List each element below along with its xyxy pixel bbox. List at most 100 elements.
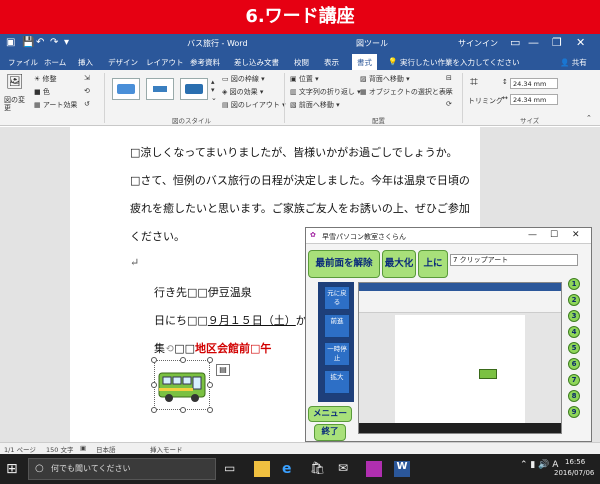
helper-close-button[interactable]: ✕ [572, 230, 580, 240]
notification-tray-icons[interactable]: ⌃ ▮ 🔊 A [520, 460, 558, 470]
align-icon[interactable]: ⊟ [446, 74, 452, 82]
mail-icon[interactable]: ✉ [338, 461, 354, 477]
helper-maximize-button[interactable]: ☐ [550, 230, 558, 240]
rotate-icon[interactable]: ⟳ [446, 100, 452, 108]
proofing-icon[interactable]: ▣ [80, 444, 86, 452]
resize-handle[interactable] [151, 382, 157, 388]
collapse-ribbon-icon[interactable]: ⌃ [586, 114, 592, 122]
undo-icon[interactable]: ↶ [36, 37, 44, 48]
forward-button[interactable]: 前進 [324, 314, 350, 338]
release-topmost-button[interactable]: 最前面を解除 [308, 250, 380, 278]
bus-icon [158, 372, 206, 402]
tab-view[interactable]: 表示 [324, 57, 339, 68]
picture-border-button[interactable]: ▭ 図の枠線 ▾ [222, 74, 265, 84]
picture-style-1[interactable] [112, 78, 140, 100]
bring-forward-button[interactable]: ▧ 前面へ移動 ▾ [290, 100, 340, 110]
chapter-1-button[interactable]: 1 [568, 278, 580, 290]
position-button[interactable]: ▣ 位置 ▾ [290, 74, 319, 84]
tell-me-box[interactable]: 実行したい作業を入力してください [400, 57, 520, 68]
share-button[interactable]: 👤 共有 [560, 57, 587, 68]
bus-picture[interactable] [151, 357, 213, 413]
tab-mailings[interactable]: 差し込み文書 [234, 57, 279, 68]
store-icon[interactable]: 🛍 [310, 461, 326, 477]
resize-handle[interactable] [180, 407, 186, 413]
restore-button[interactable]: ❐ [552, 36, 562, 49]
height-input[interactable]: 24.34 mm [510, 78, 558, 89]
chapter-9-button[interactable]: 9 [568, 406, 580, 418]
height-icon: ↕ [502, 78, 508, 86]
redo-icon[interactable]: ↷ [50, 37, 58, 48]
task-view-icon[interactable]: ▭ [224, 461, 240, 477]
picture-style-3[interactable] [180, 78, 208, 100]
resize-handle[interactable] [151, 357, 157, 363]
selection-pane-button[interactable]: ▦ オブジェクトの選択と表示 [360, 87, 453, 97]
reset-picture-icon[interactable]: ↺ [84, 100, 90, 108]
color-button[interactable]: ■ 色 [34, 87, 50, 97]
resize-handle[interactable] [207, 357, 213, 363]
menu-button[interactable]: メニュー [308, 406, 352, 422]
tab-references[interactable]: 参考資料 [190, 57, 220, 68]
helper-search-input[interactable]: 7 クリップアート [450, 254, 578, 266]
helper-title-bar: ✿ 早雪パソコン教室さくらん — ☐ ✕ [306, 228, 591, 244]
exit-button[interactable]: 終了 [314, 424, 346, 441]
file-explorer-icon[interactable] [254, 461, 270, 477]
helper-app-taskbar-icon[interactable] [366, 461, 382, 477]
change-picture-small-icon[interactable]: ⟲ [84, 87, 90, 95]
chapter-6-button[interactable]: 6 [568, 358, 580, 370]
tab-layout[interactable]: レイアウト [146, 57, 184, 68]
crop-button[interactable]: トリミング [468, 96, 503, 106]
compress-icon[interactable]: ⇲ [84, 74, 90, 82]
resize-handle[interactable] [180, 357, 186, 363]
taskbar-search-box[interactable]: ○ 何でも聞いてください [28, 458, 216, 480]
change-picture-button[interactable]: 図の変更 [4, 96, 28, 112]
resize-handle[interactable] [207, 407, 213, 413]
tab-review[interactable]: 校閲 [294, 57, 309, 68]
styles-gallery-more-icon[interactable]: ▴ ▾ ⌄ [211, 78, 217, 102]
sign-in-link[interactable]: サインイン [458, 38, 498, 49]
edge-icon[interactable]: e [282, 461, 298, 477]
picture-style-2[interactable] [146, 78, 174, 100]
layout-options-icon[interactable]: ▤ [216, 364, 230, 376]
tab-format[interactable]: 書式 [352, 54, 377, 70]
ribbon-display-options-icon[interactable]: ▭ [510, 36, 520, 49]
helper-title: 早雪パソコン教室さくらん [322, 233, 406, 241]
pause-button[interactable]: 一時停止 [324, 342, 350, 366]
group-icon[interactable]: ⊞ [446, 87, 452, 95]
chapter-8-button[interactable]: 8 [568, 390, 580, 402]
picture-tools-label: 図ツール [356, 39, 388, 48]
quick-access-dropdown-icon[interactable]: ▾ [64, 37, 69, 48]
back-button[interactable]: 元に戻る [324, 286, 350, 310]
preview-taskbar [359, 423, 561, 433]
chapter-7-button[interactable]: 7 [568, 374, 580, 386]
chapter-4-button[interactable]: 4 [568, 326, 580, 338]
maximize-helper-button[interactable]: 最大化 [382, 250, 416, 278]
picture-layout-button[interactable]: ▤ 図のレイアウト ▾ [222, 100, 286, 110]
tab-home[interactable]: ホーム [44, 57, 66, 68]
chapter-5-button[interactable]: 5 [568, 342, 580, 354]
save-icon[interactable]: 💾 [22, 37, 34, 48]
width-input[interactable]: 24.34 mm [510, 94, 558, 105]
video-preview[interactable] [358, 282, 562, 434]
corrections-button[interactable]: ☀ 修整 [34, 74, 57, 84]
minimize-button[interactable]: — [528, 36, 539, 49]
word-taskbar-icon[interactable]: W [394, 461, 410, 477]
move-up-button[interactable]: 上に [418, 250, 448, 278]
zoom-button[interactable]: 拡大 [324, 370, 350, 394]
body-line-4: ください。 [130, 230, 185, 243]
clock-time[interactable]: 16:56 [565, 458, 585, 466]
artistic-effects-button[interactable]: ▦ アート効果 [34, 100, 77, 110]
chapter-2-button[interactable]: 2 [568, 294, 580, 306]
helper-minimize-button[interactable]: — [528, 230, 537, 240]
chapter-3-button[interactable]: 3 [568, 310, 580, 322]
tab-file[interactable]: ファイル [8, 57, 38, 68]
tab-design[interactable]: デザイン [108, 57, 138, 68]
resize-handle[interactable] [207, 382, 213, 388]
send-backward-button[interactable]: ▨ 背面へ移動 ▾ [360, 74, 410, 84]
clock-date[interactable]: 2016/07/06 [554, 469, 594, 477]
picture-effects-button[interactable]: ◈ 図の効果 ▾ [222, 87, 263, 97]
start-icon[interactable]: ⊞ [6, 461, 18, 477]
close-button[interactable]: ✕ [576, 36, 585, 49]
resize-handle[interactable] [151, 407, 157, 413]
tab-insert[interactable]: 挿入 [78, 57, 93, 68]
wrap-text-button[interactable]: ▥ 文字列の折り返し ▾ [290, 87, 361, 97]
